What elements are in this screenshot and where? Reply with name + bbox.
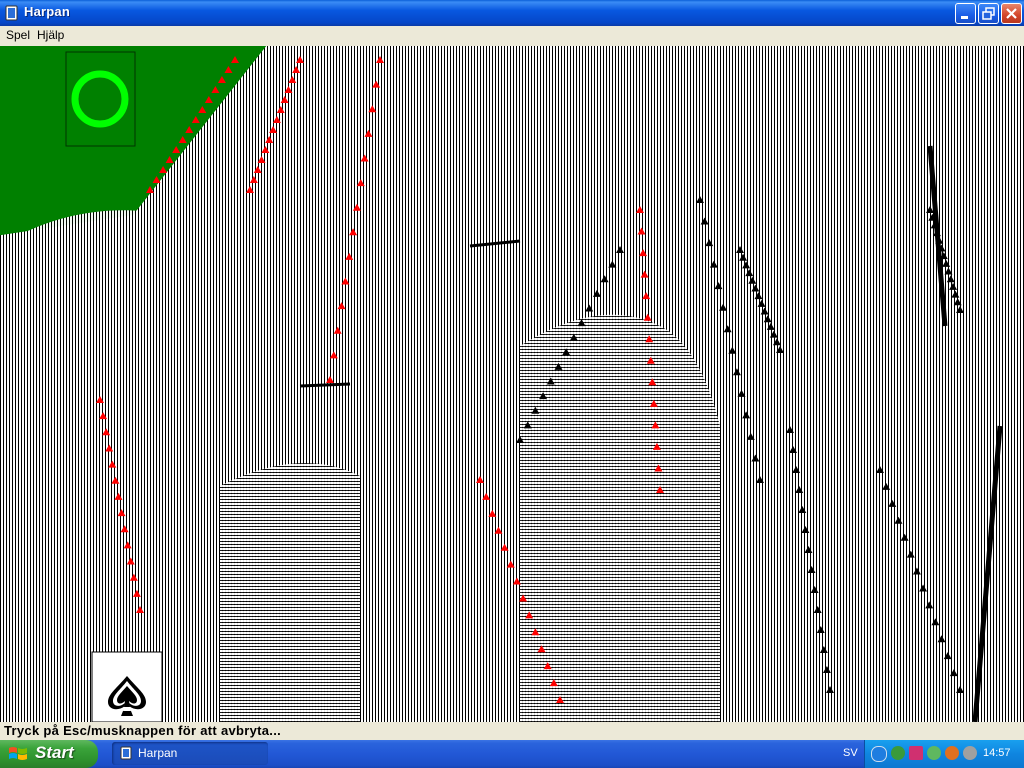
taskbar: Start Harpan SV 14:57 (0, 740, 1024, 768)
minimize-icon (961, 16, 968, 19)
card-cascade (0, 46, 1024, 722)
minimize-button[interactable] (955, 3, 976, 24)
start-label: Start (35, 743, 74, 762)
card-arc (880, 261, 1024, 722)
close-button[interactable] (1001, 3, 1022, 24)
app-icon (120, 746, 132, 760)
status-bar: Tryck på Esc/musknappen för att avbryta.… (0, 722, 1024, 740)
language-indicator[interactable]: SV (843, 747, 858, 759)
taskbar-item-label: Harpan (138, 746, 178, 760)
game-window: Harpan Spel Hjälp Tryck på Esc/musknappe… (0, 0, 1024, 740)
maximize-icon (982, 7, 995, 20)
card-arc (220, 463, 360, 722)
menu-bar: Spel Hjälp (0, 26, 1024, 46)
system-tray: 14:57 (864, 740, 1024, 768)
menu-spel[interactable]: Spel (6, 28, 30, 42)
tray-update-icon[interactable] (945, 746, 959, 760)
maximize-button[interactable] (978, 3, 999, 24)
start-button[interactable]: Start (0, 740, 98, 768)
tray-app-icon[interactable] (909, 746, 923, 760)
clock: 14:57 (983, 747, 1011, 759)
window-title: Harpan (24, 4, 70, 19)
tray-arrow-icon[interactable] (871, 746, 887, 762)
taskbar-item-harpan[interactable]: Harpan (112, 742, 268, 765)
tray-network-icon[interactable] (891, 746, 905, 760)
app-icon (5, 5, 18, 21)
tray-security-icon[interactable] (927, 746, 941, 760)
title-bar[interactable]: Harpan (0, 0, 1024, 26)
card-arc (0, 519, 100, 722)
windows-logo-icon (9, 747, 27, 760)
menu-hjalp[interactable]: Hjälp (37, 28, 64, 42)
game-playfield[interactable] (0, 46, 1024, 722)
card-arc (520, 314, 720, 722)
status-text: Tryck på Esc/musknappen för att avbryta.… (4, 723, 282, 738)
card-edge (299, 382, 351, 388)
close-icon (1006, 8, 1017, 19)
tray-volume-icon[interactable] (963, 746, 977, 760)
